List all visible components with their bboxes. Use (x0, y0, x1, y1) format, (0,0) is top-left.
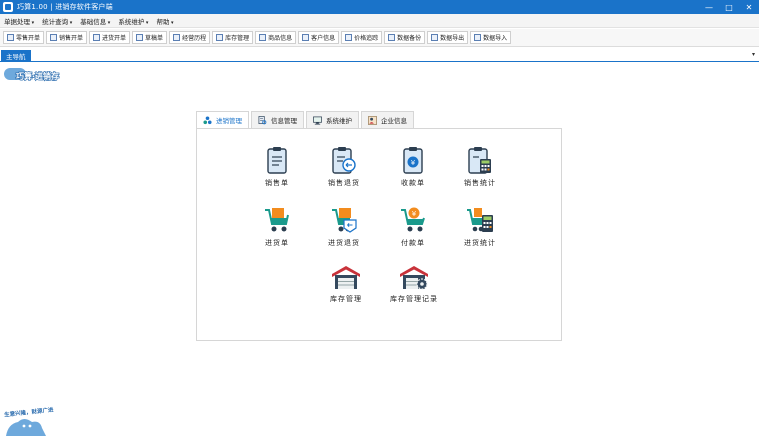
feature-label: 收款单 (401, 179, 425, 187)
cart-return-icon (332, 208, 357, 233)
clipboard-icon (267, 147, 287, 174)
maximize-button[interactable]: □ (719, 0, 739, 14)
document-search-icon (258, 115, 267, 124)
svg-text:¥: ¥ (412, 210, 417, 218)
title-bar: 巧算1.00 | 进销存软件客户端 — □ ✕ (0, 0, 759, 14)
data-export-button[interactable]: 数据导出 (427, 31, 469, 44)
warehouse-icon (332, 266, 360, 289)
customer-icon (302, 34, 310, 41)
tab-label: 进销管理 (216, 117, 242, 125)
cart-icon (265, 208, 289, 232)
menu-bar: 单据处理 统计查询 基础信息 系统维护 帮助 (0, 14, 759, 28)
brand-logo: 巧算·进销存 (4, 66, 64, 86)
business-history-button[interactable]: 经营历程 (169, 31, 211, 44)
feature-label: 进货退货 (328, 239, 360, 247)
cart-calculator-icon (467, 208, 493, 232)
feature-inventory-records[interactable]: 库存管理记录 (384, 264, 444, 304)
app-icon (3, 2, 13, 12)
person-card-icon (368, 115, 377, 125)
menu-help[interactable]: 帮助 (152, 16, 177, 26)
product-info-button[interactable]: 商品信息 (255, 31, 297, 44)
tab-company-info[interactable]: 企业信息 (361, 111, 414, 129)
menu-basic-info[interactable]: 基础信息 (76, 16, 114, 26)
warehouse-icon (216, 34, 224, 41)
price-tracking-button[interactable]: 价格追踪 (341, 31, 383, 44)
monitor-icon (313, 116, 322, 125)
document-tabs: 主导航 ▾ (0, 48, 759, 62)
retail-order-button[interactable]: 零售开单 (3, 31, 45, 44)
tab-menu-icon[interactable]: ▾ (752, 51, 755, 58)
brand-logo-text: 巧算·进销存 (15, 71, 60, 81)
feature-label: 库存管理记录 (390, 295, 438, 303)
sales-order-button[interactable]: 销售开单 (46, 31, 88, 44)
feature-label: 销售退货 (328, 179, 360, 187)
price-icon (345, 34, 353, 41)
customer-info-button[interactable]: 客户信息 (298, 31, 340, 44)
product-icon (259, 34, 267, 41)
draft-icon (136, 34, 144, 41)
import-icon (474, 34, 482, 41)
clipboard-calculator-icon (468, 147, 491, 174)
feature-purchase-return[interactable]: 进货退货 (314, 206, 374, 248)
tab-label: 企业信息 (381, 117, 407, 125)
feature-label: 销售统计 (464, 179, 496, 187)
tab-label: 信息管理 (271, 117, 297, 125)
svg-text:¥: ¥ (411, 159, 416, 167)
receipt-icon (93, 34, 101, 41)
feature-sales-return[interactable]: 销售退货 (314, 146, 374, 188)
feature-purchase-stats[interactable]: 进货统计 (450, 206, 510, 248)
feature-label: 付款单 (401, 239, 425, 247)
feature-sales-order[interactable]: 销售单 (247, 146, 307, 188)
panel-tabs: 进销管理 信息管理 系统维护 企业信息 (196, 111, 416, 129)
clipboard-return-icon (332, 147, 356, 174)
data-import-button[interactable]: 数据导入 (470, 31, 512, 44)
backup-icon (388, 34, 396, 41)
feature-inventory[interactable]: 库存管理 (316, 264, 376, 304)
draft-button[interactable]: 草稿单 (132, 31, 168, 44)
feature-payment[interactable]: ¥ 付款单 (383, 206, 443, 248)
cart-money-icon: ¥ (401, 207, 425, 232)
minimize-button[interactable]: — (699, 0, 719, 14)
toolbar: 零售开单 销售开单 进货开单 草稿单 经营历程 库存管理 商品信息 客户信息 价… (0, 29, 759, 47)
warehouse-gear-icon (400, 266, 428, 290)
window-title: 巧算1.00 | 进销存软件客户端 (17, 3, 113, 11)
tab-system-maintenance[interactable]: 系统维护 (306, 111, 359, 129)
tab-label: 系统维护 (326, 117, 352, 125)
cluster-dots-icon (203, 115, 212, 124)
receipt-icon (7, 34, 14, 41)
feature-purchase-order[interactable]: 进货单 (247, 206, 307, 248)
mascot-decoration: 生意兴隆，财源广进 (2, 402, 64, 436)
export-icon (431, 34, 439, 41)
close-button[interactable]: ✕ (739, 0, 759, 14)
tab-sales-purchase[interactable]: 进销管理 (196, 111, 249, 129)
inventory-button[interactable]: 库存管理 (212, 31, 254, 44)
data-backup-button[interactable]: 数据备份 (384, 31, 426, 44)
purchase-order-button[interactable]: 进货开单 (89, 31, 131, 44)
feature-label: 销售单 (265, 179, 289, 187)
feature-label: 进货统计 (464, 239, 496, 247)
menu-system[interactable]: 系统维护 (114, 16, 152, 26)
menu-statistics[interactable]: 统计查询 (38, 16, 76, 26)
feature-label: 库存管理 (330, 295, 362, 303)
feature-sales-stats[interactable]: 销售统计 (450, 146, 510, 188)
tab-main-navigation[interactable]: 主导航 (1, 50, 31, 62)
receipt-icon (50, 34, 58, 41)
clipboard-money-icon: ¥ (403, 147, 423, 174)
feature-receipt[interactable]: ¥ 收款单 (383, 146, 443, 188)
feature-label: 进货单 (265, 239, 289, 247)
history-icon (173, 34, 181, 41)
tab-info-management[interactable]: 信息管理 (251, 111, 304, 129)
menu-documents[interactable]: 单据处理 (0, 16, 38, 26)
